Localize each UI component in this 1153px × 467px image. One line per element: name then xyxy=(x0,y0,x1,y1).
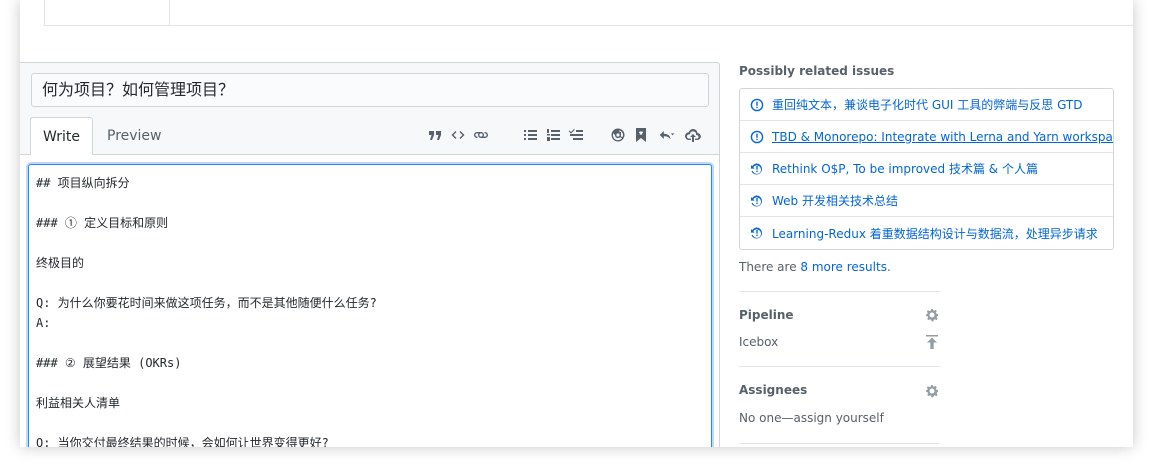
mention-icon[interactable] xyxy=(608,125,628,145)
issue-editor: 何为项目？如何管理项目？ Write Preview ## 项目纵向拆分 ###… xyxy=(20,62,720,447)
move-to-top-icon[interactable] xyxy=(924,334,940,350)
more-results-prefix: There are xyxy=(739,260,801,274)
top-nav-tab[interactable] xyxy=(44,0,170,26)
more-results-link[interactable]: 8 more results xyxy=(800,260,887,274)
assignees-heading: Assignees xyxy=(739,383,808,397)
related-issue-link[interactable]: Learning-Redux 着重数据结构设计与数据流，处理异步请求 xyxy=(772,225,1098,242)
ordered-list-icon[interactable] xyxy=(543,125,563,145)
bookmark-icon[interactable] xyxy=(631,125,651,145)
editor-body: ## 项目纵向拆分 ### ① 定义目标和原则 终极目的 Q: 为什么你要花时间… xyxy=(20,155,719,447)
issue-reopened-icon xyxy=(750,194,764,208)
upload-icon[interactable] xyxy=(683,125,703,145)
sidebar-divider xyxy=(739,366,940,367)
tab-preview[interactable]: Preview xyxy=(95,117,174,155)
task-list-icon[interactable] xyxy=(566,125,586,145)
reply-icon[interactable] xyxy=(654,125,680,145)
more-results-suffix: . xyxy=(886,260,891,274)
pipeline-value[interactable]: Icebox xyxy=(739,335,778,349)
unordered-list-icon[interactable] xyxy=(520,125,540,145)
pipeline-heading: Pipeline xyxy=(739,308,794,322)
related-issue-link[interactable]: 重回纯文本，兼谈电子化时代 GUI 工具的弊端与反思 GTD xyxy=(772,96,1083,113)
issue-reopened-icon xyxy=(750,226,764,240)
issue-reopened-icon xyxy=(750,162,764,176)
code-icon[interactable] xyxy=(448,125,468,145)
toolbar-group-actions xyxy=(608,123,706,147)
related-issue-item[interactable]: Web 开发相关技术总结 xyxy=(740,185,1113,217)
issue-opened-icon xyxy=(750,98,764,112)
related-issues-list: 重回纯文本，兼谈电子化时代 GUI 工具的弊端与反思 GTD TBD & Mono… xyxy=(739,88,1114,250)
quote-icon[interactable] xyxy=(425,125,445,145)
issue-opened-icon xyxy=(750,130,764,144)
related-issue-item[interactable]: 重回纯文本，兼谈电子化时代 GUI 工具的弊端与反思 GTD xyxy=(740,89,1113,121)
toolbar-group-text xyxy=(425,123,494,147)
more-results-text: There are 8 more results. xyxy=(739,260,891,274)
top-divider xyxy=(170,25,1133,26)
issue-title-input[interactable]: 何为项目？如何管理项目？ xyxy=(31,73,709,107)
related-issue-link[interactable]: Rethink O$P, To be improved 技术篇 & 个人篇 xyxy=(772,160,1038,177)
related-issue-item[interactable]: Learning-Redux 着重数据结构设计与数据流，处理异步请求 xyxy=(740,217,1113,249)
tab-write[interactable]: Write xyxy=(30,117,93,156)
issue-body-textarea[interactable]: ## 项目纵向拆分 ### ① 定义目标和原则 终极目的 Q: 为什么你要花时间… xyxy=(28,164,712,447)
link-icon[interactable] xyxy=(471,125,491,145)
issue-page: 何为项目？如何管理项目？ Write Preview ## 项目纵向拆分 ###… xyxy=(20,0,1133,447)
sidebar-divider xyxy=(739,291,940,292)
related-issue-item[interactable]: Rethink O$P, To be improved 技术篇 & 个人篇 xyxy=(740,153,1113,185)
editor-tabs: Write Preview xyxy=(20,117,719,156)
related-issue-link[interactable]: Web 开发相关技术总结 xyxy=(772,192,898,209)
related-issues-heading: Possibly related issues xyxy=(739,64,895,78)
toolbar-group-lists xyxy=(520,123,589,147)
related-issue-link[interactable]: TBD & Monorepo: Integrate with Lerna and… xyxy=(772,130,1113,144)
related-issue-item[interactable]: TBD & Monorepo: Integrate with Lerna and… xyxy=(740,121,1113,153)
assignees-value[interactable]: No one—assign yourself xyxy=(739,411,884,425)
sidebar-divider xyxy=(739,443,940,444)
assignees-gear-icon[interactable] xyxy=(924,383,940,399)
pipeline-gear-icon[interactable] xyxy=(924,307,940,323)
